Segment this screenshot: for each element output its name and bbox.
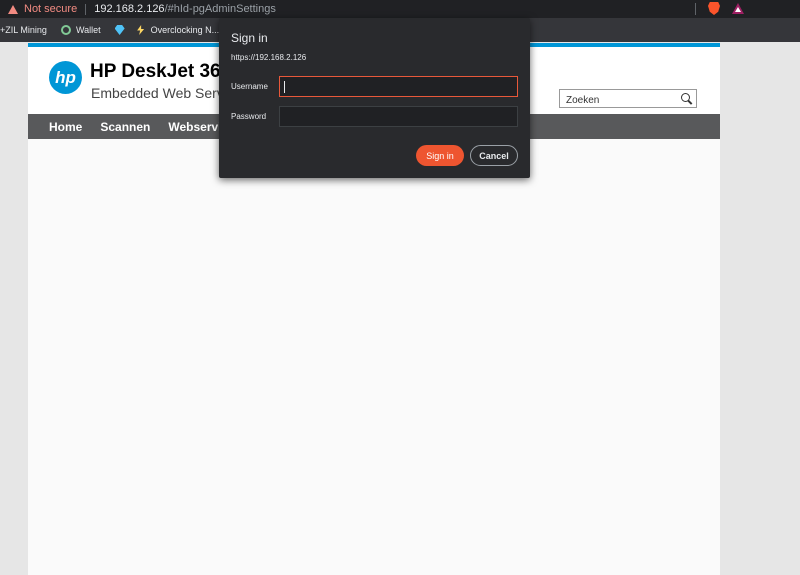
bookmark-label: +ZIL Mining [0, 25, 47, 35]
warning-icon [8, 4, 18, 14]
url-host[interactable]: 192.168.2.126 [94, 3, 164, 15]
product-name: HP DeskJet 36 [90, 61, 221, 82]
bookmark-overclocking[interactable]: Overclocking N... [136, 25, 220, 35]
security-status[interactable]: Not secure [24, 3, 77, 15]
extension-divider [695, 2, 696, 15]
sign-in-dialog: Sign in https://192.168.2.126 Username P… [219, 18, 530, 178]
extension-area [695, 2, 744, 15]
bookmark-wallet[interactable]: Wallet [60, 25, 101, 35]
brave-rewards-icon[interactable] [732, 3, 744, 14]
nav-scannen[interactable]: Scannen [100, 120, 150, 134]
bookmark-label: Wallet [75, 25, 101, 35]
username-label: Username [231, 82, 268, 91]
address-bar[interactable]: Not secure 192.168.2.126 /#hId-pgAdminSe… [0, 0, 800, 18]
search-box[interactable] [559, 89, 697, 109]
sign-in-button[interactable]: Sign in [416, 145, 464, 166]
dialog-title: Sign in [231, 31, 268, 45]
search-icon[interactable] [681, 93, 690, 102]
address-divider [85, 3, 87, 15]
bolt-icon [137, 25, 145, 35]
hp-logo[interactable]: hp [49, 61, 82, 94]
bookmark-diamond[interactable] [114, 25, 130, 35]
dialog-origin: https://192.168.2.126 [231, 53, 307, 62]
bookmark-zil-mining[interactable]: +ZIL Mining [0, 25, 47, 35]
wallet-icon [60, 25, 71, 35]
text-cursor [284, 81, 285, 93]
url-path[interactable]: /#hId-pgAdminSettings [165, 3, 276, 15]
cancel-button[interactable]: Cancel [470, 145, 518, 166]
product-subtitle: Embedded Web Server [91, 85, 237, 101]
nav-home[interactable]: Home [49, 120, 82, 134]
username-input[interactable] [279, 76, 518, 97]
brave-shield-icon[interactable] [708, 2, 720, 15]
search-input[interactable] [560, 92, 678, 109]
password-input[interactable] [279, 106, 518, 127]
diamond-icon [114, 25, 125, 35]
password-label: Password [231, 112, 267, 121]
bookmark-label: Overclocking N... [150, 25, 220, 35]
